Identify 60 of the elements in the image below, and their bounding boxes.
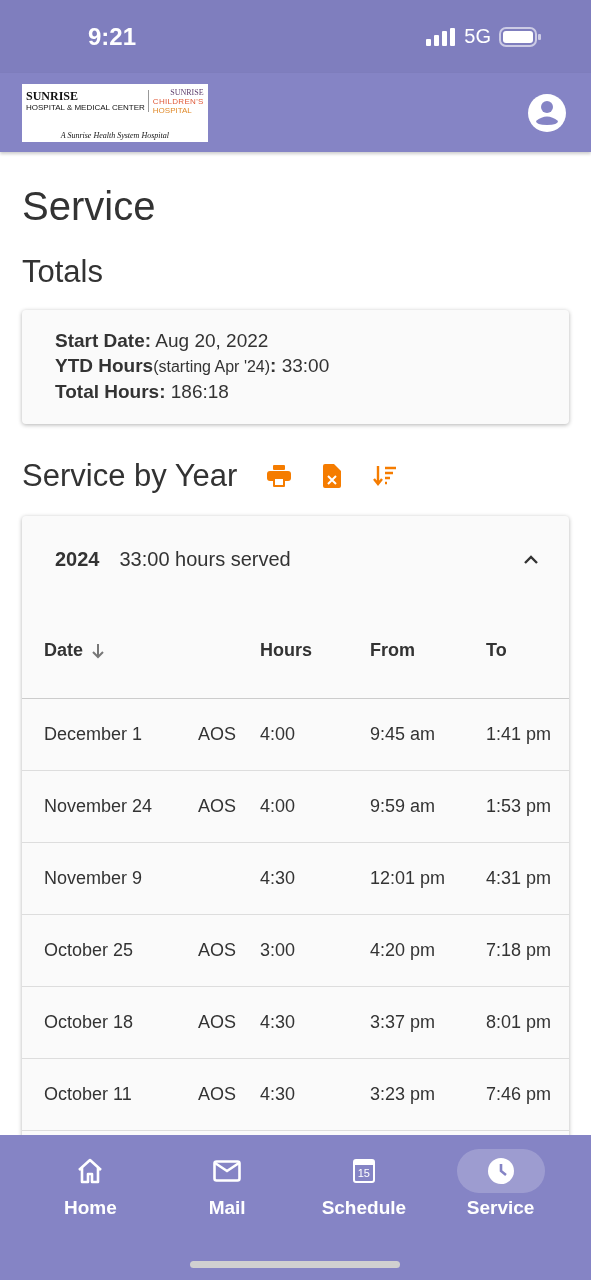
signal-icon — [426, 27, 457, 46]
logo-text: HOSPITAL — [152, 105, 193, 115]
table-cell: 4:00 — [260, 724, 296, 745]
section-heading: Totals — [22, 253, 104, 291]
clock-icon — [486, 1157, 515, 1185]
battery-icon — [499, 26, 541, 47]
table-cell: 4:30 — [260, 1012, 296, 1033]
table-cell: October 25 — [44, 940, 134, 961]
year-summary: 33:00 hours served — [119, 547, 292, 571]
table-cell: 9:45 am — [370, 724, 436, 745]
table-cell: 3:00 — [260, 940, 296, 961]
table-cell: December 1 — [44, 724, 143, 745]
logo-text: SUNRISE — [26, 90, 80, 103]
column-header[interactable]: To — [486, 639, 507, 661]
table-cell: AOS — [198, 724, 236, 745]
table-cell: 1:53 pm — [486, 796, 552, 817]
mail-icon — [213, 1160, 242, 1182]
section-heading: Service by Year — [22, 457, 238, 495]
table-cell: 3:23 pm — [370, 1084, 436, 1105]
table-cell: November 24 — [44, 796, 153, 817]
total-line: YTD Hours(starting Apr '24): 33:00 — [55, 354, 331, 378]
table-cell: AOS — [198, 1012, 236, 1033]
logo-text: CHILDREN'S — [152, 96, 204, 106]
table-cell: 7:46 pm — [486, 1084, 552, 1105]
logo-tagline: A Sunrise Health System Hospital — [60, 130, 169, 140]
table-cell: 7:18 pm — [486, 940, 552, 961]
table-cell: 4:30 — [260, 1084, 296, 1105]
table-cell: October 11 — [44, 1084, 132, 1105]
network-label: 5G — [464, 25, 491, 48]
logo-text: SUNRISE — [169, 87, 204, 97]
logo-subtext: HOSPITAL & MEDICAL CENTER — [26, 103, 145, 112]
account-icon[interactable] — [528, 93, 566, 132]
table-cell: 3:37 pm — [370, 1012, 436, 1033]
table-cell: 4:31 pm — [486, 868, 552, 889]
year-label: 2024 — [55, 547, 100, 571]
status-time: 9:21 — [88, 22, 137, 51]
total-line: Total Hours: 186:18 — [55, 380, 230, 404]
table-cell: 1:41 pm — [486, 724, 552, 745]
calendar-icon: 15 — [352, 1159, 375, 1183]
table-cell: AOS — [198, 940, 236, 961]
table-cell: 12:01 pm — [370, 868, 446, 889]
table-cell: 4:20 pm — [370, 940, 436, 961]
column-header[interactable]: From — [370, 639, 415, 661]
column-header[interactable]: Date — [44, 639, 83, 661]
sort-arrow-icon[interactable] — [91, 643, 105, 659]
table-cell: AOS — [198, 1084, 236, 1105]
table-cell: 4:30 — [260, 868, 296, 889]
spreadsheet-file-icon[interactable] — [323, 464, 342, 488]
column-header[interactable]: Hours — [260, 639, 312, 661]
table-cell: October 18 — [44, 1012, 134, 1033]
caret-icon[interactable] — [523, 554, 539, 564]
sort-icon[interactable] — [373, 466, 398, 486]
table-cell: AOS — [198, 796, 236, 817]
table-cell: 4:00 — [260, 796, 296, 817]
table-cell: 9:59 am — [370, 796, 436, 817]
print-icon[interactable] — [267, 465, 292, 487]
page-title: Service — [22, 184, 157, 228]
table-cell: 8:01 pm — [486, 1012, 552, 1033]
table-cell: November 9 — [44, 868, 143, 889]
total-line: Start Date: Aug 20, 2022 — [55, 329, 270, 353]
